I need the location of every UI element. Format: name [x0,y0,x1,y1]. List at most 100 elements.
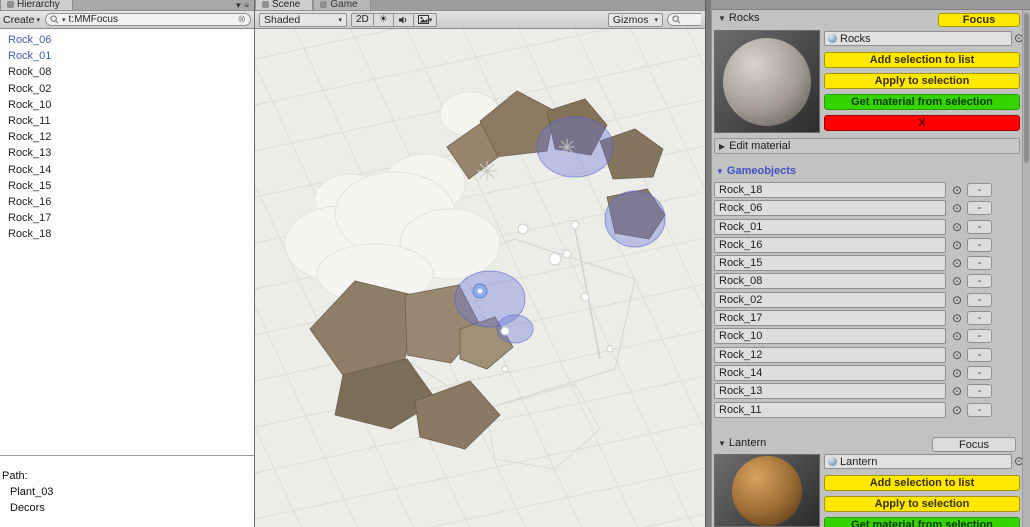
hierarchy-item[interactable]: Rock_06 [0,32,254,48]
remove-from-list-button[interactable]: - [967,366,992,380]
tab-game[interactable]: Game [313,0,370,10]
object-picker-icon[interactable]: ⊙ [950,201,964,215]
hierarchy-item[interactable]: Rock_15 [0,178,254,194]
object-picker-icon[interactable]: ⊙ [950,384,964,398]
remove-from-list-button[interactable]: - [967,274,992,288]
hierarchy-tab-label: Hierarchy [17,0,60,10]
hierarchy-item[interactable]: Rock_14 [0,162,254,178]
remove-from-list-button[interactable]: - [967,311,992,325]
scene-tab-label: Scene [272,0,300,10]
tab-scene[interactable]: Scene [255,0,313,10]
sun-icon: ☀ [379,14,388,25]
object-picker-icon[interactable]: ⊙ [950,238,964,252]
lantern-add-selection-button[interactable]: Add selection to list [824,475,1020,491]
clear-search-icon[interactable]: ⊗ [238,15,246,24]
chevron-down-icon: ▾ [654,16,658,24]
lantern-get-material-button[interactable]: Get material from selection [824,517,1020,527]
remove-from-list-button[interactable]: - [967,238,992,252]
panel-divider[interactable] [705,0,712,527]
rocks-section-header[interactable]: ▼ Rocks [718,12,759,24]
hierarchy-item[interactable]: Rock_13 [0,145,254,161]
lantern-material-field[interactable]: Lantern [824,454,1012,469]
object-picker-icon[interactable]: ⊙ [950,256,964,270]
scrollbar-thumb[interactable] [1024,13,1029,163]
object-picker-icon[interactable]: ⊙ [950,293,964,307]
path-line: Decors [2,500,252,516]
object-picker-icon[interactable]: ⊙ [950,329,964,343]
object-picker-icon[interactable]: ⊙ [950,348,964,362]
gameobject-name-field[interactable]: Rock_18 [714,182,946,198]
hierarchy-menu-icon[interactable]: ▼≡ [234,1,254,10]
rocks-material-sphere [723,38,811,126]
gameobject-name-field[interactable]: Rock_11 [714,402,946,418]
object-picker-icon[interactable]: ⊙ [950,183,964,197]
tab-hierarchy[interactable]: Hierarchy [0,0,73,10]
hierarchy-item[interactable]: Rock_10 [0,97,254,113]
scene-search-input[interactable] [667,13,701,26]
lantern-section-header[interactable]: ▼ Lantern [718,437,766,449]
lantern-apply-selection-button[interactable]: Apply to selection [824,496,1020,512]
rocks-material-preview[interactable] [714,30,820,133]
hierarchy-item[interactable]: Rock_02 [0,81,254,97]
gameobject-name-field[interactable]: Rock_14 [714,365,946,381]
hierarchy-item[interactable]: Rock_12 [0,129,254,145]
hierarchy-item[interactable]: Rock_16 [0,194,254,210]
remove-from-list-button[interactable]: - [967,201,992,215]
remove-from-list-button[interactable]: - [967,293,992,307]
gameobject-name-field[interactable]: Rock_10 [714,328,946,344]
rocks-add-selection-button[interactable]: Add selection to list [824,52,1020,68]
gameobject-name-field[interactable]: Rock_06 [714,200,946,216]
gameobject-name-field[interactable]: Rock_02 [714,292,946,308]
object-picker-icon[interactable]: ⊙ [950,311,964,325]
rocks-get-material-button[interactable]: Get material from selection [824,94,1020,110]
gameobjects-list: Rock_18⊙-Rock_06⊙-Rock_01⊙-Rock_16⊙-Rock… [712,182,1022,420]
remove-from-list-button[interactable]: - [967,256,992,270]
hierarchy-item[interactable]: Rock_01 [0,48,254,64]
gameobject-name-field[interactable]: Rock_16 [714,237,946,253]
trees-group [285,92,500,304]
edit-material-foldout[interactable]: ▶ Edit material [714,138,1020,154]
gameobject-name-field[interactable]: Rock_13 [714,383,946,399]
lantern-focus-button[interactable]: Focus [932,437,1016,452]
remove-from-list-button[interactable]: - [967,329,992,343]
hierarchy-item[interactable]: Rock_11 [0,113,254,129]
hierarchy-item[interactable]: Rock_17 [0,210,254,226]
hierarchy-search-input[interactable]: ▾ t:MMFocus ⊗ [45,13,251,26]
remove-from-list-button[interactable]: - [967,183,992,197]
rocks-apply-selection-button[interactable]: Apply to selection [824,73,1020,89]
search-filter-caret-icon[interactable]: ▾ [62,16,66,24]
gameobject-name-field[interactable]: Rock_08 [714,273,946,289]
remove-from-list-button[interactable]: - [967,348,992,362]
material-tool-panel: ▼ Rocks Focus Rocks ⊙ Add selection to l… [712,0,1030,527]
rocks-material-field[interactable]: Rocks [824,31,1012,46]
lighting-toggle-button[interactable]: ☀ [374,13,394,27]
object-picker-icon[interactable]: ⊙ [950,366,964,380]
gameobject-name-field[interactable]: Rock_17 [714,310,946,326]
flower-gizmo-icon [473,284,487,298]
gameobject-name-field[interactable]: Rock_15 [714,255,946,271]
object-picker-icon[interactable]: ⊙ [950,274,964,288]
inspector-scrollbar[interactable] [1022,10,1030,527]
hierarchy-item[interactable]: Rock_18 [0,226,254,242]
rocks-delete-button[interactable]: X [824,115,1020,131]
rocks-focus-button[interactable]: Focus [938,13,1020,27]
gameobjects-foldout[interactable]: ▼ Gameobjects [716,165,796,177]
hierarchy-item[interactable]: Rock_08 [0,64,254,80]
remove-from-list-button[interactable]: - [967,384,992,398]
object-picker-icon[interactable]: ⊙ [950,403,964,417]
lantern-material-preview[interactable] [714,454,820,527]
create-button[interactable]: Create ▾ [3,14,40,26]
gameobject-name-field[interactable]: Rock_01 [714,219,946,235]
scene-canvas[interactable] [255,29,705,527]
gameobject-row: Rock_11 ⊙- [712,402,1022,418]
remove-from-list-button[interactable]: - [967,220,992,234]
remove-from-list-button[interactable]: - [967,403,992,417]
gizmos-dropdown[interactable]: Gizmos ▾ [608,13,663,27]
shading-mode-dropdown[interactable]: Shaded ▾ [259,13,347,27]
toggle-2d-button[interactable]: 2D [351,13,374,27]
lantern-section-title: Lantern [729,437,766,449]
effects-toggle-button[interactable]: ▾ [414,13,438,27]
object-picker-icon[interactable]: ⊙ [950,220,964,234]
audio-toggle-button[interactable] [394,13,414,27]
gameobject-name-field[interactable]: Rock_12 [714,347,946,363]
